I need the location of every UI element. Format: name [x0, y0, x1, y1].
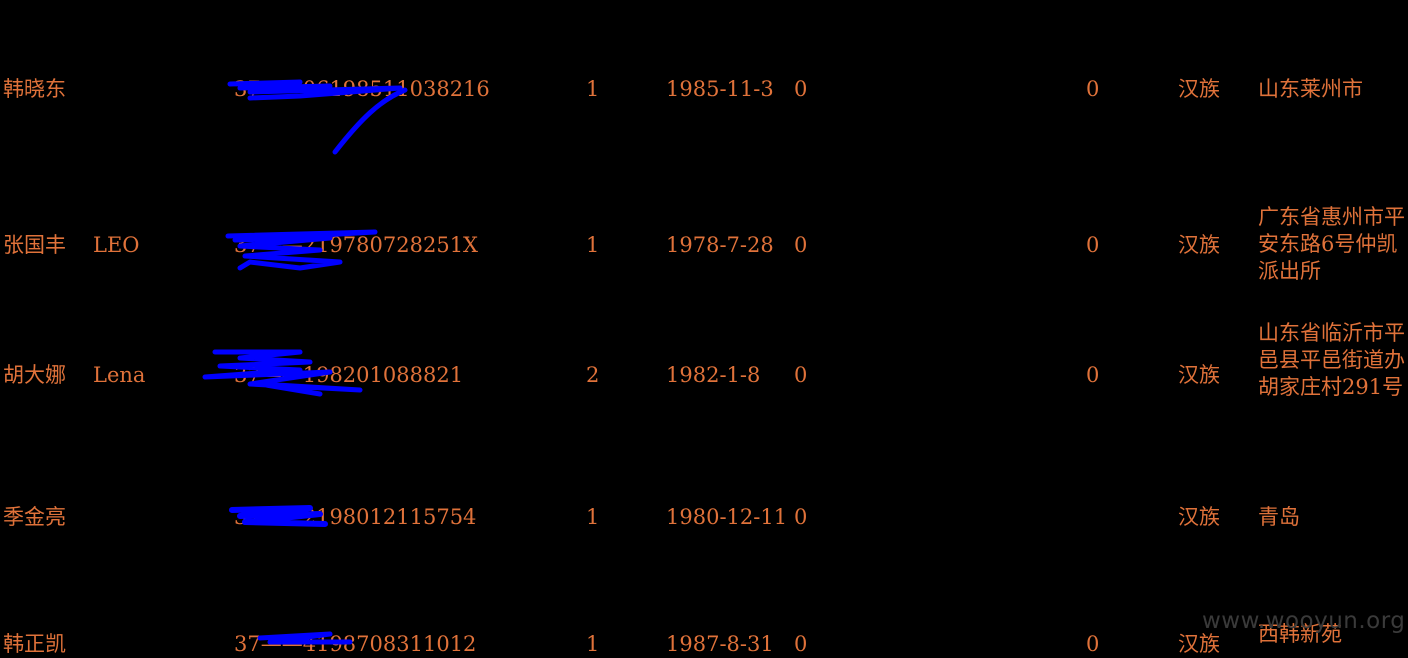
- address-cell: 广东省惠州市平安东路6号仲凯派出所: [1258, 205, 1405, 283]
- watermark: www.wooyun.org: [1202, 608, 1406, 634]
- field1-cell: 0: [794, 505, 808, 529]
- gender-cell: 1: [586, 505, 600, 529]
- gender-cell: 1: [586, 233, 600, 257]
- address-cell: 山东省临沂市平邑县平邑街道办胡家庄村291号: [1258, 321, 1405, 399]
- name-cell: 韩正凯: [3, 632, 66, 656]
- name-cell: 韩晓东: [3, 77, 66, 101]
- gender-cell: 1: [586, 77, 600, 101]
- name-cell: 张国丰: [3, 233, 66, 257]
- ethnicity-cell: 汉族: [1178, 632, 1220, 656]
- field1-cell: 0: [794, 233, 808, 257]
- id-number-cell: 37——219780728251X: [234, 233, 479, 257]
- id-number-cell: 37——2198012115754: [234, 505, 477, 529]
- field2-cell: 0: [1086, 77, 1100, 101]
- name-cell: 胡大娜: [3, 363, 66, 387]
- birth-date-cell: 1982-1-8: [666, 363, 761, 387]
- id-number-cell: 37——06198511038216: [234, 77, 490, 101]
- english-name-cell: LEO: [93, 233, 140, 257]
- address-cell: 青岛: [1258, 505, 1300, 529]
- ethnicity-cell: 汉族: [1178, 505, 1220, 529]
- birth-date-cell: 1985-11-3: [666, 77, 774, 101]
- birth-date-cell: 1987-8-31: [666, 632, 774, 656]
- address-cell: 山东莱州市: [1258, 77, 1363, 101]
- field2-cell: 0: [1086, 363, 1100, 387]
- gender-cell: 1: [586, 632, 600, 656]
- ethnicity-cell: 汉族: [1178, 77, 1220, 101]
- birth-date-cell: 1978-7-28: [666, 233, 774, 257]
- field1-cell: 0: [794, 77, 808, 101]
- field1-cell: 0: [794, 632, 808, 656]
- ethnicity-cell: 汉族: [1178, 363, 1220, 387]
- name-cell: 季金亮: [3, 505, 66, 529]
- id-number-cell: 37——4198708311012: [234, 632, 477, 656]
- english-name-cell: Lena: [93, 363, 146, 387]
- gender-cell: 2: [586, 363, 600, 387]
- field2-cell: 0: [1086, 233, 1100, 257]
- field2-cell: 0: [1086, 632, 1100, 656]
- field1-cell: 0: [794, 363, 808, 387]
- ethnicity-cell: 汉族: [1178, 233, 1220, 257]
- birth-date-cell: 1980-12-11: [666, 505, 788, 529]
- id-number-cell: 37——198201088821: [234, 363, 464, 387]
